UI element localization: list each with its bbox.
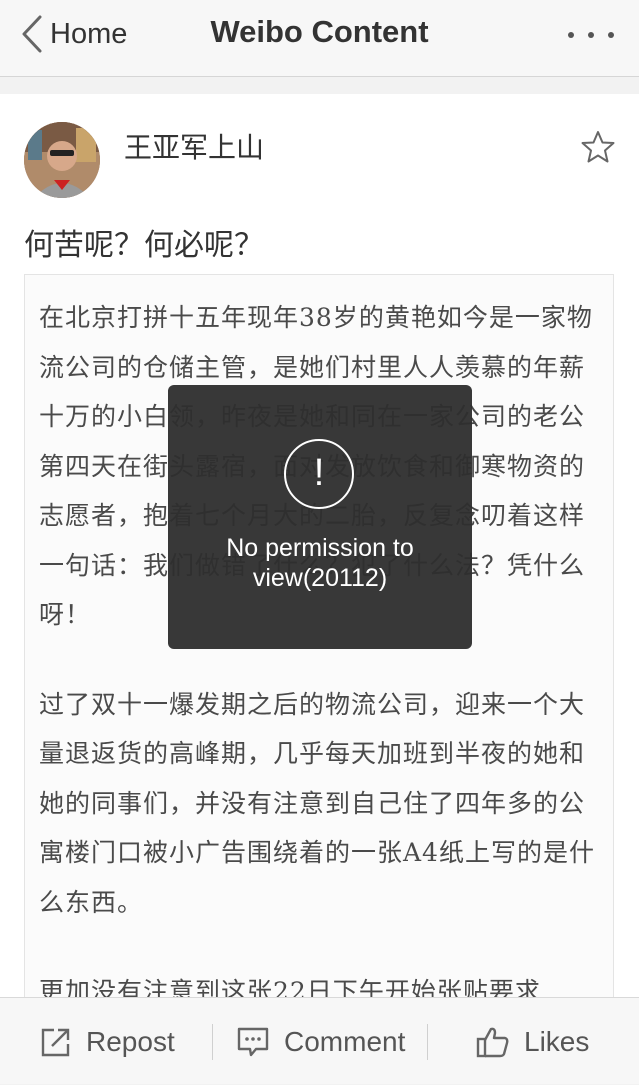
exclamation-icon: ! [284,439,354,509]
star-icon [581,131,615,163]
avatar[interactable] [24,122,100,198]
post-text: 何苦呢？何必呢？ [24,229,264,262]
repost-label: Repost [86,1025,175,1057]
toolbar-divider [212,1024,213,1060]
comment-label: Comment [284,1025,406,1057]
navigation-bar: Home Weibo Content [0,0,639,77]
ellipsis-icon [568,32,614,38]
toast-message: No permission to view(20112) [226,534,414,592]
article-paragraph-3: 更加没有注意到这张22日下午开始张贴要求 [39,977,541,997]
article-paragraph-2: 过了双十一爆发期之后的物流公司，迎来一个大量退返货的高峰期，几乎每天加班到半夜的… [39,689,595,917]
bottom-toolbar: Repost Comment Likes [0,997,639,1084]
user-avatar-image [24,122,100,198]
thumbs-up-icon [476,1027,509,1057]
page-title: Weibo Content [210,14,429,49]
likes-button[interactable]: Likes [476,998,589,1085]
repost-icon [41,1028,70,1056]
username[interactable]: 王亚军上山 [124,126,264,166]
exclamation-symbol: ! [313,452,325,494]
repost-button[interactable]: Repost [40,998,175,1085]
toolbar-divider [427,1024,428,1060]
favorite-button[interactable] [581,130,615,164]
likes-label: Likes [524,1025,590,1057]
comment-button[interactable]: Comment [236,998,405,1085]
more-options-button[interactable] [567,28,615,42]
error-toast: ! No permission to view(20112) [168,385,472,649]
comment-icon [237,1027,269,1056]
